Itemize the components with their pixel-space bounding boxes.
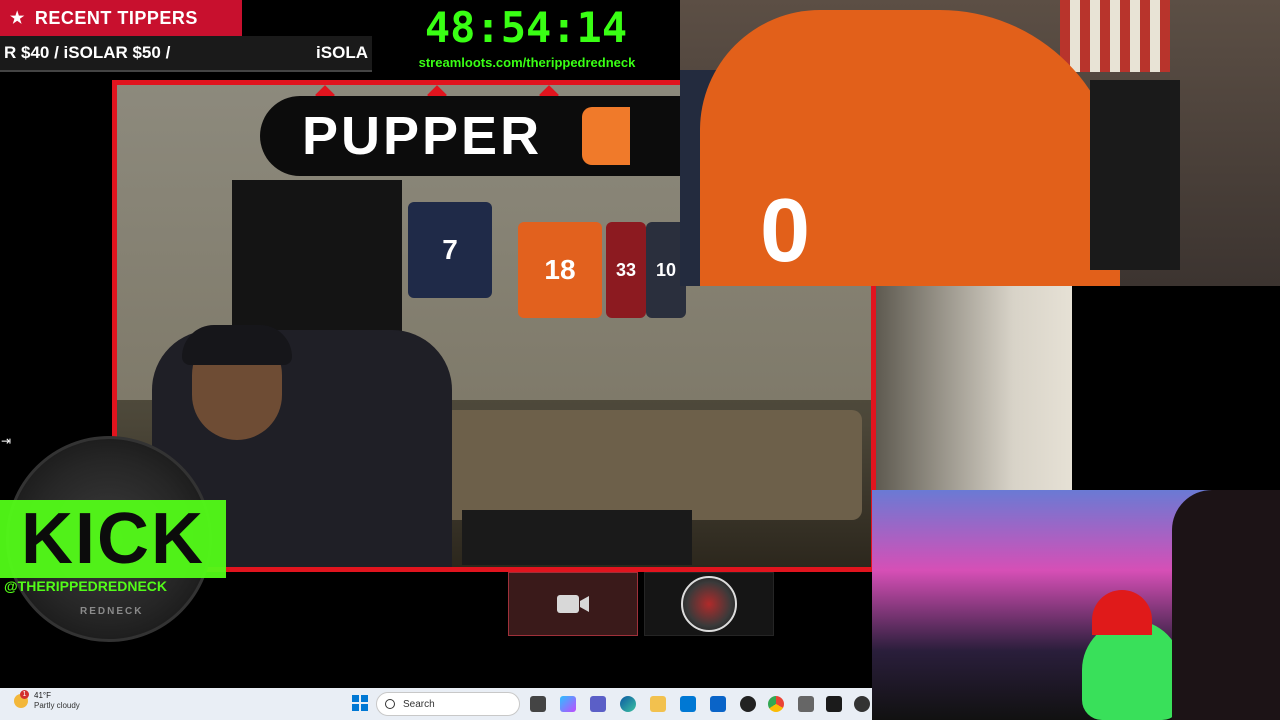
windows-start-icon[interactable] bbox=[352, 695, 368, 711]
gaming-chair bbox=[1172, 490, 1280, 720]
banner-title: PUPPER bbox=[302, 106, 543, 166]
subathon-timer: 48:54:14 bbox=[376, 0, 676, 56]
jersey-number: 0 bbox=[760, 181, 811, 281]
weather-widget[interactable]: 1 41°F Partly cloudy bbox=[14, 690, 80, 711]
kick-logo: KICK bbox=[0, 500, 226, 578]
windows-taskbar: 1 41°F Partly cloudy Search bbox=[0, 688, 872, 720]
kick-handle: @THERIPPEDREDNECK bbox=[4, 578, 168, 594]
teams-icon[interactable] bbox=[590, 696, 606, 712]
pupper-banner: PUPPER bbox=[260, 96, 680, 176]
store-icon[interactable] bbox=[680, 696, 696, 712]
banner-badge bbox=[582, 107, 631, 165]
recent-tippers-header: ★ RECENT TIPPERS bbox=[0, 0, 242, 36]
copilot-icon[interactable] bbox=[560, 696, 576, 712]
cursor-icon: ⇥ bbox=[1, 434, 12, 448]
weather-icon: 1 bbox=[14, 690, 29, 708]
recent-tippers-title: RECENT TIPPERS bbox=[34, 7, 198, 28]
app-icon-2[interactable] bbox=[854, 696, 870, 712]
task-view-icon[interactable] bbox=[530, 696, 546, 712]
streamloots-url: streamloots.com/therippedredneck bbox=[418, 55, 636, 70]
emblem-subtext: REDNECK bbox=[80, 606, 144, 617]
camera-toggle-button[interactable] bbox=[508, 572, 638, 636]
santa-hat bbox=[1092, 590, 1152, 635]
weather-temp: 41°F bbox=[34, 691, 51, 700]
obs-icon[interactable] bbox=[740, 696, 756, 712]
notification-badge: 1 bbox=[20, 690, 29, 699]
edge-icon[interactable] bbox=[620, 696, 636, 712]
file-explorer-icon[interactable] bbox=[650, 696, 666, 712]
participant-avatar-slot[interactable] bbox=[644, 572, 774, 636]
weather-condition: Partly cloudy bbox=[34, 701, 80, 710]
search-placeholder: Search bbox=[403, 698, 435, 710]
ticker-text-left: R $40 / iSOLAR $50 / bbox=[4, 43, 171, 62]
side-camera-feed bbox=[876, 286, 1072, 490]
video-camera-icon bbox=[557, 595, 589, 613]
inflatable-ghost bbox=[1082, 620, 1182, 720]
top-right-camera-feed: 0 bbox=[680, 0, 1280, 286]
taskbar-search[interactable]: Search bbox=[376, 692, 520, 716]
ticker-text-right: iSOLA bbox=[316, 43, 368, 62]
outlook-icon[interactable] bbox=[710, 696, 726, 712]
bottom-right-camera-feed bbox=[872, 490, 1280, 720]
streamlabs-icon[interactable] bbox=[826, 696, 842, 712]
search-icon bbox=[385, 699, 395, 709]
tippers-ticker: R $40 / iSOLAR $50 / iSOLA bbox=[0, 36, 372, 72]
avatar bbox=[681, 576, 737, 632]
star-icon: ★ bbox=[10, 10, 25, 27]
flag bbox=[1060, 0, 1170, 72]
chrome-icon[interactable] bbox=[768, 696, 784, 712]
shelves bbox=[1090, 80, 1180, 270]
app-icon[interactable] bbox=[798, 696, 814, 712]
